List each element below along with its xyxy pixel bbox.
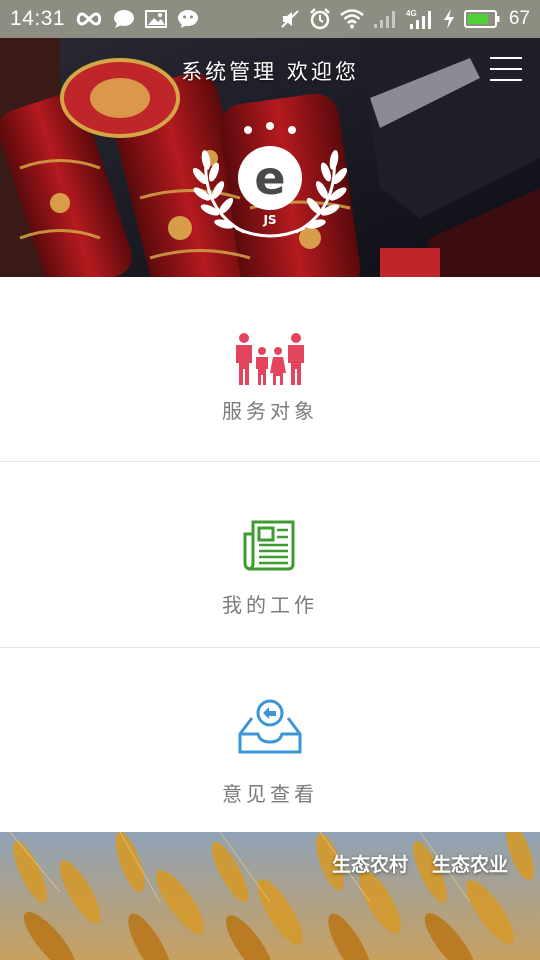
footer-link-eco-agriculture[interactable]: 生态农业	[432, 850, 508, 877]
logo: e JS	[192, 122, 348, 238]
menu-item-label: 服务对象	[222, 399, 318, 423]
menu-item-label: 意见查看	[222, 782, 318, 806]
mute-icon	[280, 9, 300, 29]
inbox-reply-icon	[238, 699, 302, 754]
infinity-icon	[75, 11, 103, 27]
footer-link-eco-village[interactable]: 生态农村	[332, 850, 408, 877]
wifi-icon	[340, 9, 364, 29]
page-title: 系统管理 欢迎您	[181, 60, 359, 84]
image-icon	[145, 9, 168, 29]
status-time: 14:31	[10, 7, 66, 30]
alarm-icon	[309, 8, 331, 30]
charging-icon	[443, 9, 455, 29]
menu-item-my-work[interactable]: 我的工作	[0, 462, 540, 647]
4g-signal-icon: 4G	[406, 8, 434, 30]
message-bubble-icon	[113, 9, 135, 29]
menu-item-feedback-view[interactable]: 意见查看	[0, 648, 540, 832]
header-banner: 系统管理 欢迎您 e JS	[0, 38, 540, 277]
footer-banner: 生态农村 生态农业	[0, 832, 540, 960]
menu-item-label: 我的工作	[222, 593, 318, 617]
menu-item-service-targets[interactable]: 服务对象	[0, 277, 540, 461]
logo-initials: JS	[262, 213, 276, 227]
newspaper-icon	[243, 520, 295, 571]
svg-text:4G: 4G	[406, 9, 417, 18]
signal-icon	[373, 9, 397, 29]
battery-icon	[463, 9, 500, 29]
family-icon	[236, 333, 304, 385]
battery-level: 67	[508, 8, 530, 29]
status-bar: 14:31 4G 67	[0, 0, 540, 38]
hamburger-menu-button[interactable]	[490, 57, 522, 81]
wechat-icon	[177, 9, 199, 29]
footer-links: 生态农村 生态农业	[332, 850, 508, 877]
logo-letter: e	[254, 151, 285, 205]
